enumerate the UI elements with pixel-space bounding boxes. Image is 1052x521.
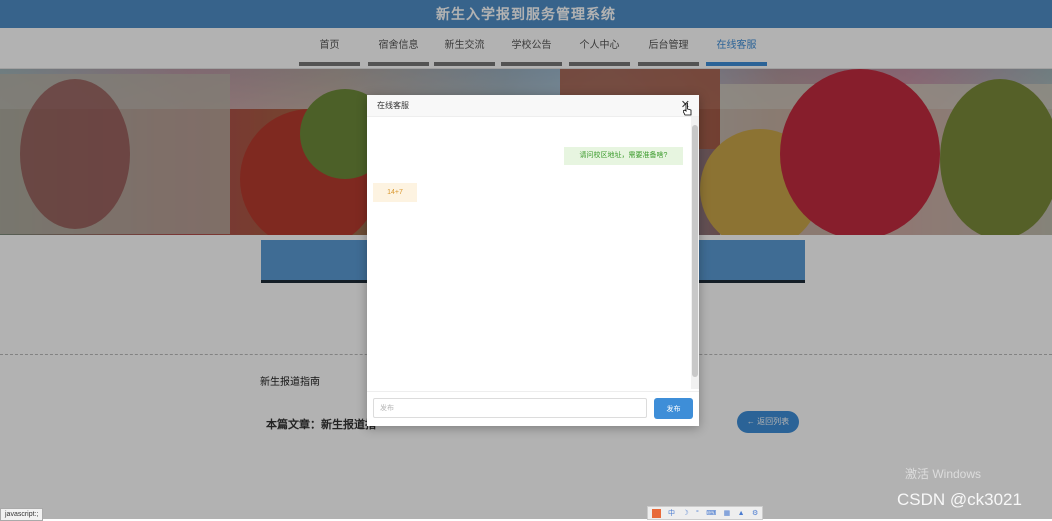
chat-message-reply: 14+7 <box>373 183 417 202</box>
chat-message-area[interactable]: 请问校区地址，需要准备啥? 14+7 <box>367 117 691 389</box>
windows-activation-watermark: 激活 Windows <box>905 467 982 481</box>
ime-chinese-mode[interactable]: 中 <box>668 508 675 518</box>
chat-message-user: 请问校区地址，需要准备啥? <box>564 147 683 165</box>
chat-input-area: 发布 <box>367 391 699 427</box>
modal-title: 在线客服 <box>377 101 409 110</box>
chat-input[interactable] <box>373 398 647 418</box>
hand-cursor-icon <box>683 103 692 116</box>
ime-keyboard-icon[interactable]: ⌨ <box>706 509 716 517</box>
online-service-modal: 在线客服 ✕ 请问校区地址，需要准备啥? 14+7 发布 <box>367 95 699 426</box>
csdn-watermark: CSDN @ck3021 <box>897 490 1022 509</box>
browser-status-bar: javascript:; <box>0 508 44 521</box>
chat-scrollbar[interactable] <box>691 117 699 389</box>
ime-moon-icon[interactable]: ☽ <box>682 509 688 517</box>
ime-grid-icon[interactable]: ▦ <box>724 509 731 517</box>
scrollbar-thumb[interactable] <box>692 125 698 377</box>
ime-shirt-icon[interactable]: ▲ <box>738 510 745 517</box>
send-button[interactable]: 发布 <box>654 398 693 419</box>
ime-logo-icon <box>651 508 661 518</box>
ime-settings-icon[interactable]: ⚙ <box>752 509 758 517</box>
ime-punctuation-icon[interactable]: ° <box>696 510 699 517</box>
ime-toolbar[interactable]: 中 ☽ ° ⌨ ▦ ▲ ⚙ <box>647 506 763 520</box>
modal-header: 在线客服 ✕ <box>367 95 699 117</box>
